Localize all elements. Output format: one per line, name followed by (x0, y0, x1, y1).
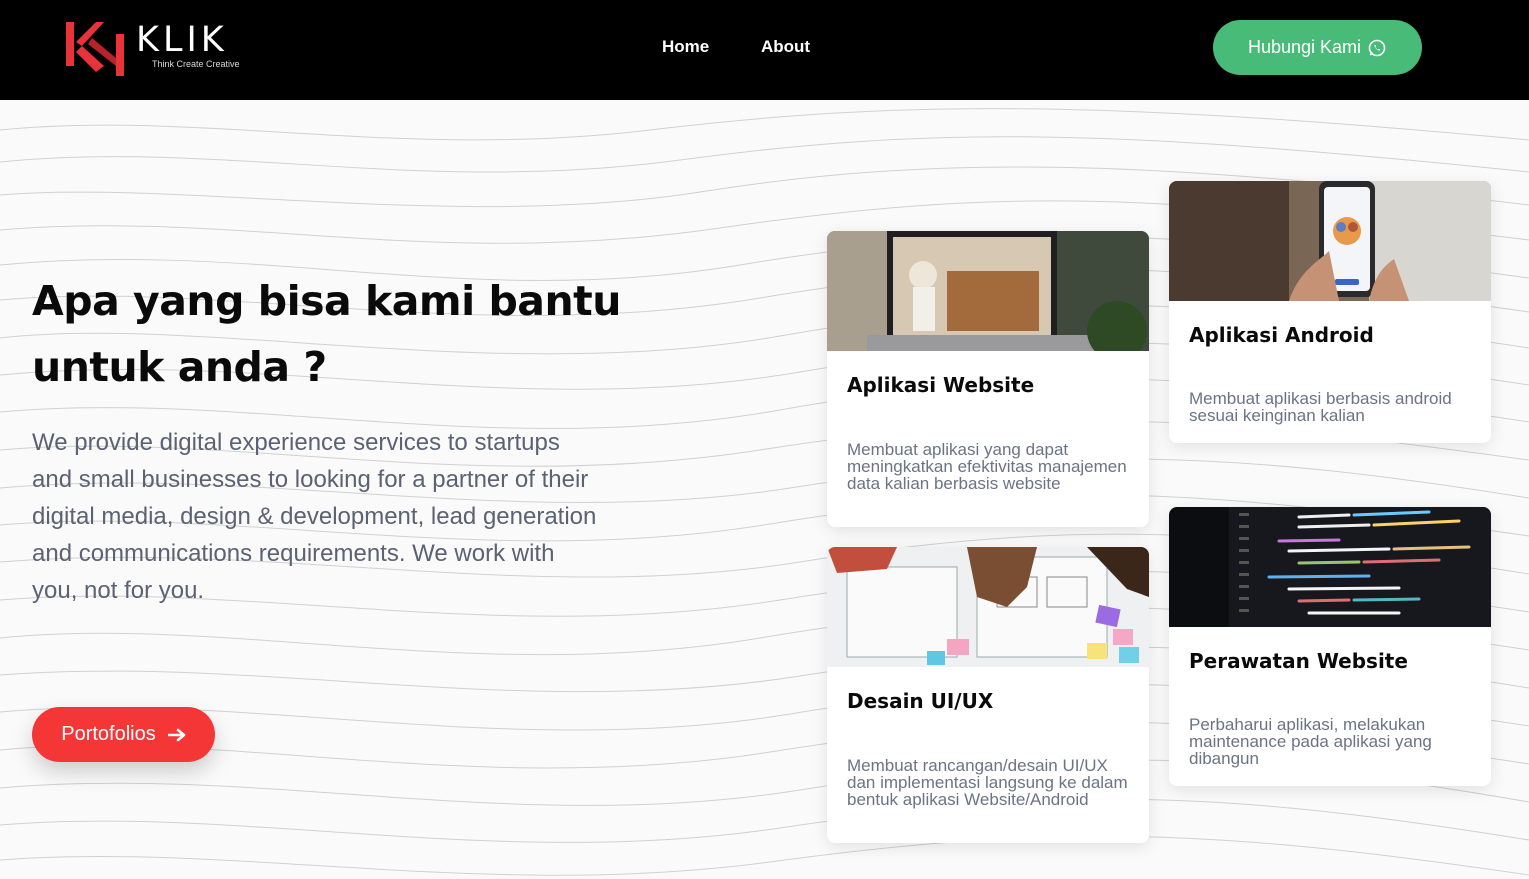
service-title: Aplikasi Android (1189, 323, 1374, 347)
service-card-uiux[interactable]: Desain UI/UX Membuat rancangan/desain UI… (827, 547, 1149, 843)
top-navbar: KLIK Think Create Creative Home About Hu… (0, 0, 1529, 100)
brand-tagline: Think Create Creative (152, 59, 240, 69)
service-description: Membuat rancangan/desain UI/UX dan imple… (847, 756, 1128, 809)
portfolios-button-label: Portofolios (61, 723, 156, 745)
klik-logo[interactable]: KLIK Think Create Creative (64, 18, 264, 78)
service-description: Perbaharui aplikasi, melakukan maintenan… (1189, 715, 1432, 768)
contact-button[interactable]: Hubungi Kami (1213, 20, 1422, 75)
arrow-right-icon (167, 728, 186, 741)
hero-description: We provide digital experience services t… (32, 429, 597, 604)
wireframe-photo (827, 547, 1149, 667)
service-card-website[interactable]: Aplikasi Website Membuat aplikasi yang d… (827, 231, 1149, 527)
code-screen-photo (1169, 507, 1491, 627)
service-card-android[interactable]: Aplikasi Android Membuat aplikasi berbas… (1169, 181, 1491, 443)
brand-name: KLIK (136, 20, 228, 60)
service-title: Perawatan Website (1189, 649, 1408, 673)
laptop-photo (827, 231, 1149, 351)
nav-link-about[interactable]: About (761, 37, 810, 57)
portfolios-button[interactable]: Portofolios (32, 707, 215, 762)
smartphone-photo (1169, 181, 1491, 301)
service-card-maintenance[interactable]: Perawatan Website Perbaharui aplikasi, m… (1169, 507, 1491, 786)
service-title: Desain UI/UX (847, 689, 994, 713)
klik-logo-mark-icon (66, 22, 124, 76)
nav-link-home[interactable]: Home (662, 37, 709, 57)
service-description: Membuat aplikasi berbasis android sesuai… (1189, 389, 1452, 425)
contact-button-label: Hubungi Kami (1247, 37, 1362, 57)
service-title: Aplikasi Website (847, 373, 1035, 397)
hero-title: Apa yang bisa kami bantu untuk anda ? (32, 277, 621, 391)
service-description: Membuat aplikasi yang dapat meningkatkan… (847, 440, 1127, 493)
whatsapp-icon (1368, 39, 1386, 56)
